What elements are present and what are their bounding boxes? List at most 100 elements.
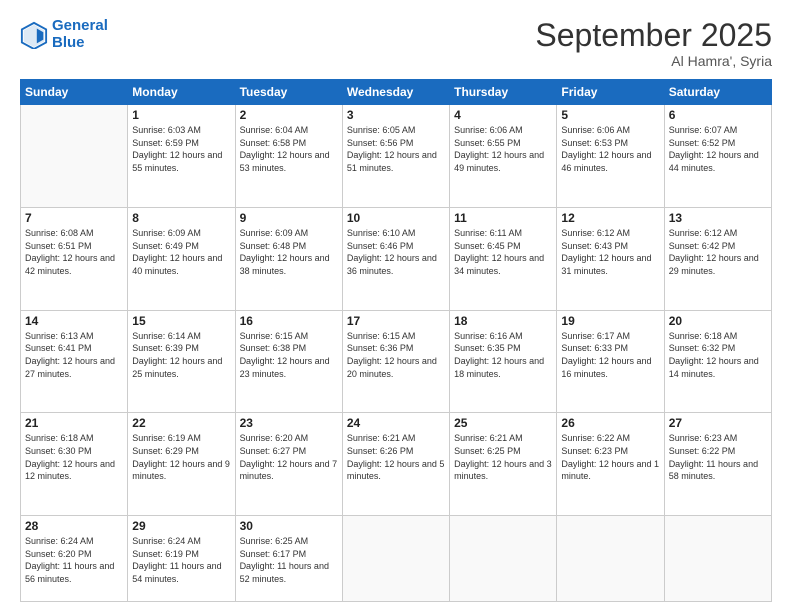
cell-sun-info: Sunrise: 6:19 AM Sunset: 6:29 PM Dayligh… <box>132 432 230 482</box>
calendar-week-3: 21 Sunrise: 6:18 AM Sunset: 6:30 PM Dayli… <box>21 413 772 516</box>
day-number: 26 <box>561 416 659 430</box>
calendar-cell: 2 Sunrise: 6:04 AM Sunset: 6:58 PM Daylig… <box>235 105 342 208</box>
calendar-cell <box>557 516 664 602</box>
calendar-week-0: 1Sunrise: 6:03 AM Sunset: 6:59 PM Daylig… <box>21 105 772 208</box>
logo: General Blue <box>20 18 108 51</box>
day-number: 18 <box>454 314 552 328</box>
day-number: 8 <box>132 211 230 225</box>
calendar-cell: 27 Sunrise: 6:23 AM Sunset: 6:22 PM Dayli… <box>664 413 771 516</box>
calendar-cell: 3 Sunrise: 6:05 AM Sunset: 6:56 PM Daylig… <box>342 105 449 208</box>
calendar-cell: 1Sunrise: 6:03 AM Sunset: 6:59 PM Daylig… <box>128 105 235 208</box>
calendar-cell: 18 Sunrise: 6:16 AM Sunset: 6:35 PM Dayli… <box>450 310 557 413</box>
cell-sun-info: Sunrise: 6:08 AM Sunset: 6:51 PM Dayligh… <box>25 227 123 277</box>
calendar-cell <box>664 516 771 602</box>
calendar-cell <box>21 105 128 208</box>
day-number: 7 <box>25 211 123 225</box>
cell-sun-info: Sunrise: 6:07 AM Sunset: 6:52 PM Dayligh… <box>669 124 767 174</box>
cell-sun-info: Sunrise: 6:03 AM Sunset: 6:59 PM Dayligh… <box>132 124 230 174</box>
logo-text: General Blue <box>52 18 108 51</box>
cell-sun-info: Sunrise: 6:11 AM Sunset: 6:45 PM Dayligh… <box>454 227 552 277</box>
calendar-cell: 13 Sunrise: 6:12 AM Sunset: 6:42 PM Dayli… <box>664 207 771 310</box>
calendar-cell: 22Sunrise: 6:19 AM Sunset: 6:29 PM Dayli… <box>128 413 235 516</box>
cell-sun-info: Sunrise: 6:22 AM Sunset: 6:23 PM Dayligh… <box>561 432 659 482</box>
cell-sun-info: Sunrise: 6:25 AM Sunset: 6:17 PM Dayligh… <box>240 535 338 585</box>
cell-sun-info: Sunrise: 6:06 AM Sunset: 6:55 PM Dayligh… <box>454 124 552 174</box>
day-number: 4 <box>454 108 552 122</box>
calendar-cell: 7 Sunrise: 6:08 AM Sunset: 6:51 PM Daylig… <box>21 207 128 310</box>
calendar-cell: 15 Sunrise: 6:14 AM Sunset: 6:39 PM Dayli… <box>128 310 235 413</box>
calendar-cell: 24Sunrise: 6:21 AM Sunset: 6:26 PM Dayli… <box>342 413 449 516</box>
calendar-cell: 23Sunrise: 6:20 AM Sunset: 6:27 PM Dayli… <box>235 413 342 516</box>
calendar-week-4: 28 Sunrise: 6:24 AM Sunset: 6:20 PM Dayli… <box>21 516 772 602</box>
cell-sun-info: Sunrise: 6:14 AM Sunset: 6:39 PM Dayligh… <box>132 330 230 380</box>
day-number: 28 <box>25 519 123 533</box>
cell-sun-info: Sunrise: 6:16 AM Sunset: 6:35 PM Dayligh… <box>454 330 552 380</box>
day-number: 5 <box>561 108 659 122</box>
day-number: 11 <box>454 211 552 225</box>
cell-sun-info: Sunrise: 6:05 AM Sunset: 6:56 PM Dayligh… <box>347 124 445 174</box>
cell-sun-info: Sunrise: 6:12 AM Sunset: 6:42 PM Dayligh… <box>669 227 767 277</box>
calendar-cell: 6 Sunrise: 6:07 AM Sunset: 6:52 PM Daylig… <box>664 105 771 208</box>
header: General Blue September 2025 Al Hamra', S… <box>20 18 772 69</box>
calendar-cell: 28 Sunrise: 6:24 AM Sunset: 6:20 PM Dayli… <box>21 516 128 602</box>
calendar-cell: 9 Sunrise: 6:09 AM Sunset: 6:48 PM Daylig… <box>235 207 342 310</box>
weekday-header-tuesday: Tuesday <box>235 80 342 105</box>
cell-sun-info: Sunrise: 6:18 AM Sunset: 6:32 PM Dayligh… <box>669 330 767 380</box>
calendar-cell: 19 Sunrise: 6:17 AM Sunset: 6:33 PM Dayli… <box>557 310 664 413</box>
day-number: 6 <box>669 108 767 122</box>
day-number: 10 <box>347 211 445 225</box>
weekday-header-friday: Friday <box>557 80 664 105</box>
day-number: 13 <box>669 211 767 225</box>
cell-sun-info: Sunrise: 6:15 AM Sunset: 6:38 PM Dayligh… <box>240 330 338 380</box>
calendar-cell: 29 Sunrise: 6:24 AM Sunset: 6:19 PM Dayli… <box>128 516 235 602</box>
cell-sun-info: Sunrise: 6:18 AM Sunset: 6:30 PM Dayligh… <box>25 432 123 482</box>
day-number: 19 <box>561 314 659 328</box>
cell-sun-info: Sunrise: 6:21 AM Sunset: 6:26 PM Dayligh… <box>347 432 445 482</box>
cell-sun-info: Sunrise: 6:09 AM Sunset: 6:48 PM Dayligh… <box>240 227 338 277</box>
weekday-header-monday: Monday <box>128 80 235 105</box>
weekday-header-row: SundayMondayTuesdayWednesdayThursdayFrid… <box>21 80 772 105</box>
cell-sun-info: Sunrise: 6:20 AM Sunset: 6:27 PM Dayligh… <box>240 432 338 482</box>
calendar-cell: 30 Sunrise: 6:25 AM Sunset: 6:17 PM Dayli… <box>235 516 342 602</box>
day-number: 9 <box>240 211 338 225</box>
calendar-cell: 11 Sunrise: 6:11 AM Sunset: 6:45 PM Dayli… <box>450 207 557 310</box>
calendar-cell: 8Sunrise: 6:09 AM Sunset: 6:49 PM Daylig… <box>128 207 235 310</box>
calendar-cell: 21 Sunrise: 6:18 AM Sunset: 6:30 PM Dayli… <box>21 413 128 516</box>
day-number: 21 <box>25 416 123 430</box>
month-title: September 2025 <box>535 18 772 53</box>
cell-sun-info: Sunrise: 6:21 AM Sunset: 6:25 PM Dayligh… <box>454 432 552 482</box>
cell-sun-info: Sunrise: 6:04 AM Sunset: 6:58 PM Dayligh… <box>240 124 338 174</box>
day-number: 3 <box>347 108 445 122</box>
day-number: 14 <box>25 314 123 328</box>
day-number: 25 <box>454 416 552 430</box>
weekday-header-wednesday: Wednesday <box>342 80 449 105</box>
calendar-table: SundayMondayTuesdayWednesdayThursdayFrid… <box>20 79 772 602</box>
calendar-cell: 12Sunrise: 6:12 AM Sunset: 6:43 PM Dayli… <box>557 207 664 310</box>
calendar-cell: 26 Sunrise: 6:22 AM Sunset: 6:23 PM Dayli… <box>557 413 664 516</box>
weekday-header-saturday: Saturday <box>664 80 771 105</box>
weekday-header-thursday: Thursday <box>450 80 557 105</box>
calendar-cell: 16Sunrise: 6:15 AM Sunset: 6:38 PM Dayli… <box>235 310 342 413</box>
weekday-header-sunday: Sunday <box>21 80 128 105</box>
cell-sun-info: Sunrise: 6:23 AM Sunset: 6:22 PM Dayligh… <box>669 432 767 482</box>
calendar-cell: 10 Sunrise: 6:10 AM Sunset: 6:46 PM Dayli… <box>342 207 449 310</box>
cell-sun-info: Sunrise: 6:17 AM Sunset: 6:33 PM Dayligh… <box>561 330 659 380</box>
cell-sun-info: Sunrise: 6:13 AM Sunset: 6:41 PM Dayligh… <box>25 330 123 380</box>
calendar-cell: 4 Sunrise: 6:06 AM Sunset: 6:55 PM Daylig… <box>450 105 557 208</box>
day-number: 12 <box>561 211 659 225</box>
logo-icon <box>20 21 48 49</box>
day-number: 2 <box>240 108 338 122</box>
calendar-week-1: 7 Sunrise: 6:08 AM Sunset: 6:51 PM Daylig… <box>21 207 772 310</box>
page: General Blue September 2025 Al Hamra', S… <box>0 0 792 612</box>
calendar-cell: 14 Sunrise: 6:13 AM Sunset: 6:41 PM Dayli… <box>21 310 128 413</box>
cell-sun-info: Sunrise: 6:10 AM Sunset: 6:46 PM Dayligh… <box>347 227 445 277</box>
calendar-cell: 20Sunrise: 6:18 AM Sunset: 6:32 PM Dayli… <box>664 310 771 413</box>
day-number: 29 <box>132 519 230 533</box>
day-number: 30 <box>240 519 338 533</box>
title-block: September 2025 Al Hamra', Syria <box>535 18 772 69</box>
day-number: 27 <box>669 416 767 430</box>
calendar-cell: 25 Sunrise: 6:21 AM Sunset: 6:25 PM Dayli… <box>450 413 557 516</box>
cell-sun-info: Sunrise: 6:24 AM Sunset: 6:20 PM Dayligh… <box>25 535 123 585</box>
day-number: 15 <box>132 314 230 328</box>
cell-sun-info: Sunrise: 6:24 AM Sunset: 6:19 PM Dayligh… <box>132 535 230 585</box>
